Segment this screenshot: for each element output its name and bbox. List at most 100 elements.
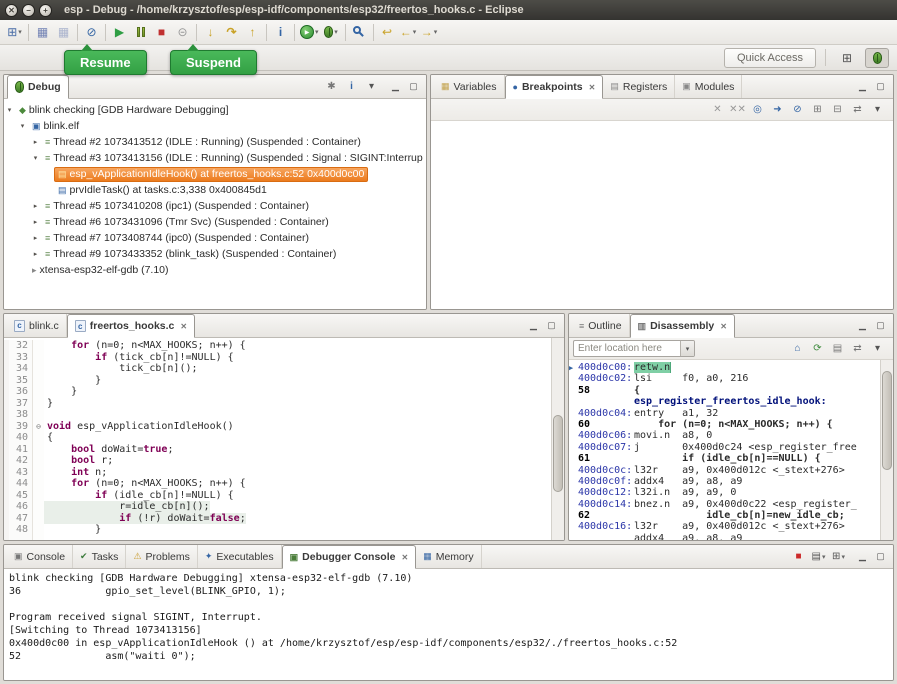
tab-variables[interactable]: ▦Variables (434, 75, 505, 98)
step-over-button[interactable]: ↷ (221, 22, 242, 43)
maximize-icon[interactable]: ▢ (873, 319, 888, 332)
tab-console[interactable]: ▣Console (7, 545, 73, 568)
save-button[interactable]: ▦ (32, 22, 53, 43)
tab-executables[interactable]: ✦Executables (198, 545, 282, 568)
back-button[interactable]: ←▾ (398, 22, 419, 43)
editor-scrollbar[interactable] (551, 338, 564, 540)
maximize-icon[interactable]: ▢ (873, 80, 888, 93)
last-edit-location-button[interactable]: ↩ (377, 22, 398, 43)
disassembly-line[interactable]: 400d0c0f:addx4 a9, a8, a9 (569, 476, 880, 487)
location-input[interactable]: Enter location here ▾ (573, 340, 695, 357)
code-line[interactable]: 37} (4, 398, 551, 410)
minimize-button[interactable]: − (22, 4, 35, 17)
code-line[interactable]: 45 if (idle_cb[n]!=NULL) { (4, 490, 551, 502)
disassembly-line[interactable]: 400d0c12:l32i.n a9, a9, 0 (569, 487, 880, 498)
line-number[interactable]: 32 (9, 340, 33, 352)
line-number[interactable]: 42 (9, 455, 33, 467)
instruction-stepping-button[interactable]: i (270, 22, 291, 43)
disassembly-line[interactable]: 400d0c06:movi.n a8, 0 (569, 430, 880, 441)
tab-modules[interactable]: ▣Modules (675, 75, 742, 98)
line-number[interactable]: 35 (9, 375, 33, 387)
expand-arrow-icon[interactable]: ▾ (4, 106, 15, 114)
expand-arrow-icon[interactable]: ▾ (30, 154, 41, 162)
remove-all-breakpoints-button[interactable]: ✕✕ (728, 101, 747, 119)
line-number[interactable]: 46 (9, 501, 33, 513)
skip-all-breakpoints-button[interactable]: ⊘ (81, 22, 102, 43)
terminate-button[interactable]: ■ (151, 22, 172, 43)
code-line[interactable]: 39⊖void esp_vApplicationIdleHook() (4, 421, 551, 433)
debug-tree-item[interactable]: ▸≡Thread #7 1073408744 (ipc0) (Suspended… (4, 230, 426, 246)
new-button[interactable]: ⊞▾ (4, 22, 25, 43)
code-line[interactable]: 34 tick_cb[n](); (4, 363, 551, 375)
instruction-stepping-mode-button[interactable]: i (342, 78, 361, 96)
scrollbar-thumb[interactable] (553, 415, 563, 492)
minimize-icon[interactable]: ▁ (526, 319, 541, 332)
debug-tree-item[interactable]: ▸≡Thread #9 1073433352 (blink_task) (Sus… (4, 246, 426, 262)
line-number[interactable]: 40 (9, 432, 33, 444)
code-line[interactable]: 44 for (n=0; n<MAX_HOOKS; n++) { (4, 478, 551, 490)
close-tab-icon[interactable]: ✕ (401, 553, 408, 562)
display-selected-console-button[interactable]: ▤▾ (809, 548, 828, 566)
line-number[interactable]: 36 (9, 386, 33, 398)
close-tab-icon[interactable]: ✕ (180, 322, 187, 331)
maximize-button[interactable]: + (39, 4, 52, 17)
code-editor[interactable]: 32 for (n=0; n<MAX_HOOKS; n++) {33 if (t… (4, 338, 564, 540)
line-number[interactable]: 41 (9, 444, 33, 456)
link-with-debug-button[interactable]: ⇄ (848, 101, 867, 119)
expand-all-button[interactable]: ⊞ (808, 101, 827, 119)
disconnect-button[interactable]: ⊝ (172, 22, 193, 43)
minimize-icon[interactable]: ▁ (855, 550, 870, 563)
resume-button[interactable]: ▶ (109, 22, 130, 43)
run-button[interactable]: ▶▾ (298, 22, 321, 43)
code-line[interactable]: 32 for (n=0; n<MAX_HOOKS; n++) { (4, 340, 551, 352)
line-number[interactable]: 47 (9, 513, 33, 525)
tab-registers[interactable]: ▤Registers (603, 75, 675, 98)
expand-arrow-icon[interactable]: ▸ (30, 218, 41, 226)
disassembly-line[interactable]: 61 if (idle_cb[n]==NULL) { (569, 453, 880, 464)
expand-arrow-icon[interactable]: ▸ (30, 234, 41, 242)
close-tab-icon[interactable]: ✕ (589, 83, 596, 92)
code-line[interactable]: 43 int n; (4, 467, 551, 479)
disassembly-line[interactable]: addx4 a9, a8, a9 (569, 533, 880, 540)
breakpoints-content[interactable] (431, 121, 893, 309)
view-menu-button[interactable]: ▾ (868, 101, 887, 119)
console-output[interactable]: blink checking [GDB Hardware Debugging] … (4, 569, 893, 680)
expand-arrow-icon[interactable]: ▸ (30, 138, 41, 146)
line-number[interactable]: 43 (9, 467, 33, 479)
expand-arrow-icon[interactable]: ▸ (30, 202, 41, 210)
code-line[interactable]: 46 r=idle_cb[n](); (4, 501, 551, 513)
save-all-button[interactable]: ▦ (53, 22, 74, 43)
disassembly-line[interactable]: ▶400d0c00:retw.n (569, 362, 880, 373)
disassembly-line[interactable]: 60 for (n=0; n<MAX_HOOKS; n++) { (569, 419, 880, 430)
disassembly-line[interactable]: 400d0c14:bnez.n a9, 0x400d0c22 <esp_regi… (569, 499, 880, 510)
code-line[interactable]: 47 if (!r) doWait=false; (4, 513, 551, 525)
disassembly-line[interactable]: 400d0c16:l32r a9, 0x400d012c <_stext+276… (569, 521, 880, 532)
line-number[interactable]: 44 (9, 478, 33, 490)
maximize-icon[interactable]: ▢ (406, 80, 421, 93)
line-number[interactable]: 45 (9, 490, 33, 502)
debug-tree-item[interactable]: ▤prvIdleTask() at tasks.c:3,338 0x400845… (4, 182, 426, 198)
collapse-all-button[interactable]: ⊟ (828, 101, 847, 119)
go-to-file-button[interactable]: ➜ (768, 101, 787, 119)
debug-perspective-button[interactable] (865, 48, 889, 68)
code-line[interactable]: 35 } (4, 375, 551, 387)
code-line[interactable]: 41 bool doWait=true; (4, 444, 551, 456)
tab-disassembly[interactable]: ▥Disassembly✕ (630, 314, 735, 338)
expand-arrow-icon[interactable]: ▾ (17, 122, 28, 130)
disassembly-line[interactable]: 400d0c0c:l32r a9, 0x400d012c <_stext+276… (569, 465, 880, 476)
terminate-button[interactable]: ■ (789, 548, 808, 566)
open-console-button[interactable]: ⊞▾ (829, 548, 848, 566)
tab-memory[interactable]: ▦Memory (416, 545, 481, 568)
debug-tree-item[interactable]: ▾▣blink.elf (4, 118, 426, 134)
step-return-button[interactable]: ↑ (242, 22, 263, 43)
tab-debugger-console[interactable]: ▣Debugger Console✕ (282, 545, 417, 569)
line-number[interactable]: 38 (9, 409, 33, 421)
debug-tree-item[interactable]: ▸≡Thread #2 1073413512 (IDLE : Running) … (4, 134, 426, 150)
tab-debug[interactable]: Debug (7, 75, 69, 99)
view-menu-button[interactable]: ▾ (868, 340, 887, 358)
minimize-icon[interactable]: ▁ (855, 319, 870, 332)
code-line[interactable]: 36 } (4, 386, 551, 398)
disassembly-content[interactable]: ▶400d0c00:retw.n400d0c02:lsi f0, a0, 216… (569, 360, 880, 540)
disassembly-line[interactable]: esp_register_freertos_idle_hook: (569, 396, 880, 407)
home-button[interactable]: ⌂ (788, 340, 807, 358)
